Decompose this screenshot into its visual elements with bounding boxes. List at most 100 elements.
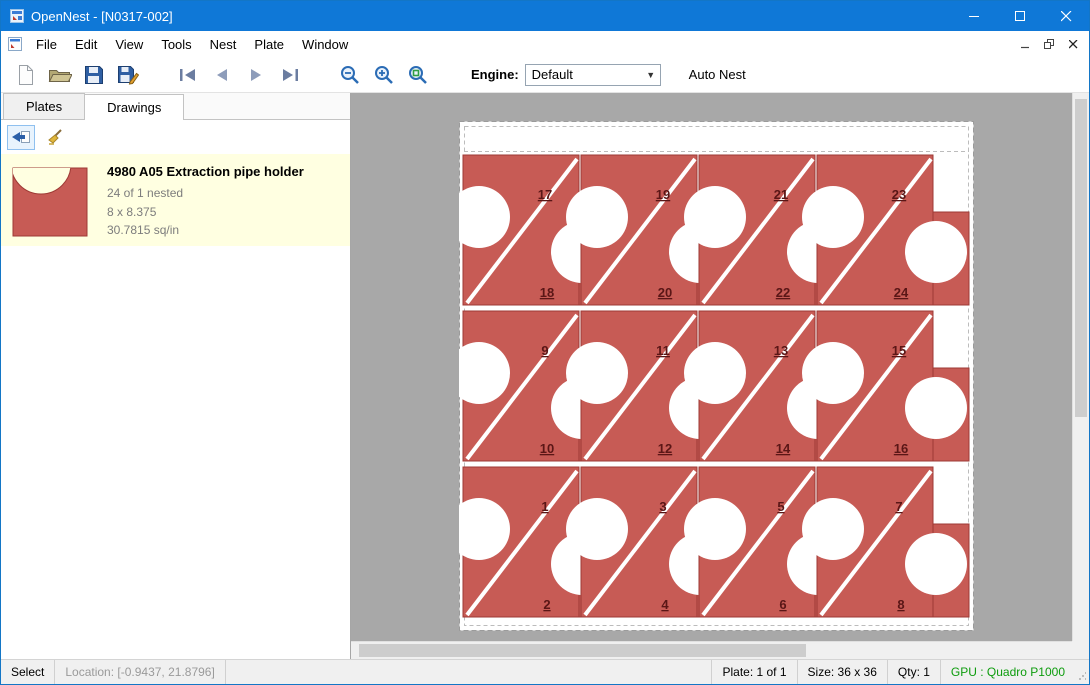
engine-value: Default	[526, 67, 642, 82]
new-file-icon	[17, 64, 35, 86]
part-number: 20	[658, 285, 672, 300]
part-number: 23	[892, 187, 906, 202]
mdi-restore-button[interactable]	[1037, 34, 1061, 54]
status-location: Location: [-0.9437, 21.8796]	[55, 660, 225, 684]
close-button[interactable]	[1043, 1, 1089, 31]
mdi-minimize-icon	[1021, 40, 1030, 49]
return-parts-button[interactable]	[7, 125, 35, 150]
save-as-button[interactable]	[111, 60, 145, 90]
resize-grip	[1075, 660, 1089, 684]
close-icon	[1061, 11, 1072, 22]
zoom-out-button[interactable]	[333, 60, 367, 90]
part-number: 21	[774, 187, 788, 202]
window-title: OpenNest - [N0317-002]	[31, 9, 173, 24]
part-number: 1	[541, 499, 548, 514]
engine-label: Engine:	[471, 67, 519, 82]
menu-window[interactable]: Window	[293, 33, 357, 56]
minimize-icon	[969, 11, 980, 22]
tab-plates[interactable]: Plates	[3, 93, 85, 119]
previous-plate-button[interactable]	[205, 60, 239, 90]
app-icon	[9, 8, 25, 24]
plate[interactable]: 171819202122232491011121314151612345678	[459, 121, 974, 631]
open-folder-icon	[48, 66, 72, 84]
part-number: 10	[540, 441, 554, 456]
save-as-icon	[117, 65, 139, 85]
maximize-icon	[1015, 11, 1026, 22]
status-bar: Select Location: [-0.9437, 21.8796] Plat…	[1, 659, 1089, 684]
part-number: 14	[776, 441, 791, 456]
zoom-in-icon	[374, 65, 394, 85]
auto-nest-button[interactable]: Auto Nest	[681, 63, 754, 86]
mdi-minimize-button[interactable]	[1013, 34, 1037, 54]
previous-icon	[215, 68, 229, 82]
nest-canvas[interactable]: 171819202122232491011121314151612345678	[351, 93, 1089, 659]
save-icon	[84, 65, 104, 85]
drawings-toolbar	[1, 120, 350, 154]
part-number: 2	[543, 597, 550, 612]
menu-nest[interactable]: Nest	[201, 33, 246, 56]
open-button[interactable]	[43, 60, 77, 90]
part-number: 6	[779, 597, 786, 612]
first-icon	[179, 68, 197, 82]
document-icon	[7, 36, 23, 52]
save-button[interactable]	[77, 60, 111, 90]
drawing-nested-count: 24 of 1 nested	[107, 184, 304, 203]
menu-tools[interactable]: Tools	[152, 33, 200, 56]
zoom-in-button[interactable]	[367, 60, 401, 90]
menu-file[interactable]: File	[27, 33, 66, 56]
chevron-down-icon: ▼	[642, 70, 660, 80]
last-plate-button[interactable]	[273, 60, 307, 90]
status-qty: Qty: 1	[887, 660, 940, 684]
part-number: 16	[894, 441, 908, 456]
last-icon	[281, 68, 299, 82]
toolbar: Engine: Default ▼ Auto Nest	[1, 57, 1089, 93]
zoom-fit-button[interactable]	[401, 60, 435, 90]
next-icon	[249, 68, 263, 82]
menu-bar: File Edit View Tools Nest Plate Window	[1, 31, 1089, 57]
part-number: 5	[777, 499, 784, 514]
part-number: 7	[895, 499, 902, 514]
part-number: 9	[541, 343, 548, 358]
horizontal-scrollbar[interactable]	[351, 641, 1072, 659]
zoom-out-icon	[340, 65, 360, 85]
status-gpu: GPU : Quadro P1000	[940, 660, 1075, 684]
menu-edit[interactable]: Edit	[66, 33, 106, 56]
part-number: 24	[894, 285, 909, 300]
panel-tabs: Plates Drawings	[1, 93, 350, 120]
clear-button[interactable]	[41, 125, 69, 150]
left-panel: Plates Drawings 4980 A05 Extraction	[1, 93, 351, 659]
part-number: 17	[538, 187, 552, 202]
part-number: 3	[659, 499, 666, 514]
status-plate: Plate: 1 of 1	[711, 660, 796, 684]
drawing-title: 4980 A05 Extraction pipe holder	[107, 164, 304, 179]
maximize-button[interactable]	[997, 1, 1043, 31]
menu-view[interactable]: View	[106, 33, 152, 56]
mdi-restore-icon	[1044, 39, 1054, 49]
mdi-close-button[interactable]	[1061, 34, 1085, 54]
new-button[interactable]	[9, 60, 43, 90]
blue-arrow-icon	[11, 129, 31, 145]
first-plate-button[interactable]	[171, 60, 205, 90]
vertical-scrollbar[interactable]	[1072, 93, 1089, 641]
engine-select[interactable]: Default ▼	[525, 64, 661, 86]
status-mode: Select	[1, 660, 55, 684]
horizontal-scrollbar-thumb[interactable]	[359, 644, 806, 657]
drawing-area: 30.7815 sq/in	[107, 221, 304, 240]
part-thumbnail	[9, 160, 93, 240]
part-number: 18	[540, 285, 554, 300]
zoom-fit-icon	[408, 65, 428, 85]
menu-plate[interactable]: Plate	[245, 33, 293, 56]
vertical-scrollbar-thumb[interactable]	[1075, 99, 1087, 417]
drawing-list-item[interactable]: 4980 A05 Extraction pipe holder 24 of 1 …	[1, 154, 350, 246]
drawing-size: 8 x 8.375	[107, 203, 304, 222]
next-plate-button[interactable]	[239, 60, 273, 90]
part-number: 12	[658, 441, 672, 456]
broom-icon	[46, 128, 64, 146]
part-number: 4	[661, 597, 669, 612]
tab-drawings[interactable]: Drawings	[84, 94, 184, 120]
part-number: 13	[774, 343, 788, 358]
scrollbar-corner	[1072, 641, 1089, 659]
part-number: 8	[897, 597, 904, 612]
minimize-button[interactable]	[951, 1, 997, 31]
part-number: 19	[656, 187, 670, 202]
